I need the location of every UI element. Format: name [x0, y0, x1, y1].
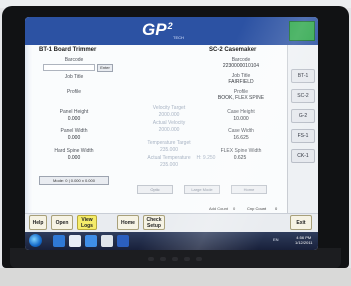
check-setup-button[interactable]: Check Setup: [143, 215, 165, 230]
sc2-job-title-value: FAIRFIELD: [228, 79, 254, 85]
sc2-flex-spine-value: 0.625: [233, 155, 247, 161]
bt1-job-title-label: Job Title: [64, 74, 84, 80]
taskbar-clock: 4:56 PM 1/12/2011: [295, 235, 313, 245]
touch-screen: GP 2 TECH BT-1 Board Trimmer Barcode Ente…: [25, 17, 318, 250]
bt1-barcode-label: Barcode: [64, 57, 84, 63]
bt1-panel-height-value: 0.000: [67, 116, 81, 122]
sc2-title: SC-2 Casemaker: [209, 47, 257, 53]
bt1-barcode-input[interactable]: [43, 64, 95, 71]
bt1-hard-spine-label: Hard Spine Width: [54, 148, 94, 154]
nav-sc2[interactable]: SC-2: [291, 89, 315, 103]
sc2-case-width-label: Case Width: [228, 128, 254, 134]
desk-surface: [0, 268, 351, 286]
velocity-target-value: 2000.000: [158, 112, 180, 118]
nav-bt1[interactable]: BT-1: [291, 69, 315, 83]
large-mode-button[interactable]: Large Mode: [184, 185, 220, 194]
monitor-button[interactable]: [148, 257, 154, 261]
sc2-profile-value: BOOK, FLEX SPINE: [217, 95, 265, 101]
bt1-profile-label: Profile: [66, 89, 82, 95]
window-icon[interactable]: [101, 235, 113, 247]
bt1-panel-height-label: Panel Height: [59, 109, 89, 115]
monitor-button[interactable]: [184, 257, 190, 261]
bt1-title: BT-1 Board Trimmer: [39, 47, 97, 53]
cnp-count-label: Cnp Count: [247, 206, 267, 211]
nav-ck1[interactable]: CK-1: [291, 149, 315, 163]
optic-button[interactable]: Optic: [137, 185, 173, 194]
velocity-target-label: Velocity Target: [152, 105, 186, 111]
open-button[interactable]: Open: [51, 215, 73, 230]
bt1-panel-width-value: 0.000: [67, 135, 81, 141]
bt1-enter-button[interactable]: Enter: [97, 64, 113, 72]
view-logs-button[interactable]: View Logs: [77, 215, 97, 230]
folder-icon[interactable]: [69, 235, 81, 247]
bt1-status-button[interactable]: Mode: 0 | 0.000 x 0.000: [39, 176, 109, 185]
start-button-icon[interactable]: [29, 234, 42, 247]
actual-temperature-value: 235.000: [159, 162, 179, 168]
app-icon[interactable]: [85, 235, 97, 247]
logo-tag: TECH: [173, 35, 184, 40]
nav-fs1[interactable]: FS-1: [291, 129, 315, 143]
gp2-logo: GP 2: [142, 20, 194, 42]
explorer-icon[interactable]: [53, 235, 65, 247]
exit-button[interactable]: Exit: [290, 215, 312, 230]
monitor-button[interactable]: [160, 257, 166, 261]
add-count-value: 0: [233, 206, 236, 211]
sc2-flex-spine-prefix: H: 9.250: [196, 155, 216, 161]
monitor-button[interactable]: [196, 257, 202, 261]
sc2-barcode-value: 2230000010104: [222, 63, 260, 69]
home-button[interactable]: Home: [117, 215, 139, 230]
temperature-target-label: Temperature Target: [147, 140, 191, 146]
sc2-flex-spine-label: FLEX Spine Width: [220, 148, 262, 154]
sc2-case-height-label: Case Height: [227, 109, 255, 115]
add-count-label: Add Count: [209, 206, 228, 211]
monitor-button[interactable]: [172, 257, 178, 261]
home-mid-button[interactable]: Home: [231, 185, 267, 194]
bt1-panel-width-label: Panel Width: [60, 128, 88, 134]
actual-velocity-value: 2000.000: [158, 127, 180, 133]
help-button[interactable]: Help: [29, 215, 47, 230]
gp2-taskbar-icon[interactable]: [117, 235, 129, 247]
temperature-target-value: 235.000: [159, 147, 179, 153]
status-indicator: [289, 21, 315, 41]
clock-date: 1/12/2011: [295, 240, 313, 245]
nav-g2[interactable]: G-2: [291, 109, 315, 123]
cnp-count-value: 0: [275, 206, 278, 211]
bt1-hard-spine-value: 0.000: [67, 155, 81, 161]
actual-velocity-label: Actual Velocity: [152, 120, 186, 126]
sc2-case-width-value: 16.625: [233, 135, 249, 141]
logo-sup: 2: [167, 21, 173, 31]
sc2-case-height-value: 10.000: [233, 116, 249, 122]
logo-text: GP: [142, 20, 167, 39]
system-tray[interactable]: EN: [273, 237, 279, 242]
